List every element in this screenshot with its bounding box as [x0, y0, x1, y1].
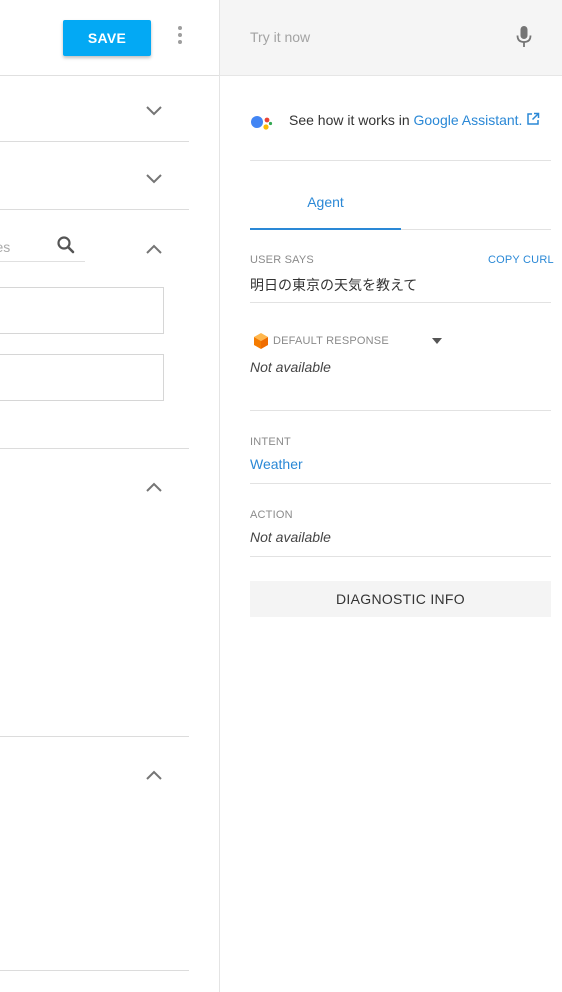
external-link-icon[interactable]: [526, 112, 540, 126]
collapsed-section-1: [0, 76, 189, 142]
chevron-down-icon[interactable]: [141, 166, 167, 192]
search-input[interactable]: [0, 236, 52, 258]
intent-editor-pane: SAVE: [0, 0, 220, 992]
try-it-bar: [220, 0, 562, 76]
cube-icon: [254, 333, 268, 349]
chevron-up-icon[interactable]: [141, 762, 167, 788]
result-tabs: Agent: [250, 176, 551, 230]
intent-link[interactable]: Weather: [250, 456, 303, 472]
mic-icon[interactable]: [515, 25, 533, 49]
save-button[interactable]: SAVE: [63, 20, 151, 56]
assistant-promo-text: See how it works in Google Assistant.: [289, 112, 540, 128]
tab-agent[interactable]: Agent: [250, 176, 401, 230]
phrase-field-2[interactable]: [0, 354, 164, 401]
divider: [250, 556, 551, 557]
search-icon[interactable]: [56, 235, 76, 255]
try-it-input[interactable]: [250, 26, 500, 48]
phrase-field-1[interactable]: [0, 287, 164, 334]
divider: [250, 410, 551, 411]
chevron-up-icon[interactable]: [141, 474, 167, 500]
caret-down-icon[interactable]: [432, 338, 442, 344]
default-response-label: DEFAULT RESPONSE: [273, 335, 389, 347]
divider: [250, 302, 551, 303]
google-assistant-link[interactable]: Google Assistant.: [414, 112, 523, 128]
assistant-promo: See how it works in Google Assistant.: [250, 104, 551, 161]
copy-curl-link[interactable]: COPY CURL: [488, 254, 554, 266]
google-assistant-icon: [251, 116, 273, 130]
collapsed-section-2: [0, 142, 189, 210]
user-says-label: USER SAYS: [250, 254, 314, 266]
expanded-section-2: [0, 737, 189, 971]
user-says-value: 明日の東京の天気を教えて: [250, 277, 418, 293]
chevron-down-icon[interactable]: [141, 98, 167, 124]
editor-toolbar: SAVE: [0, 0, 219, 76]
diagnostic-info-button[interactable]: DIAGNOSTIC INFO: [250, 581, 551, 617]
action-value: Not available: [250, 529, 331, 545]
phrase-search: [0, 232, 85, 262]
intent-label: INTENT: [250, 436, 291, 448]
more-vert-icon[interactable]: [172, 24, 188, 48]
action-label: ACTION: [250, 509, 293, 521]
chevron-up-icon[interactable]: [141, 236, 167, 262]
divider: [250, 483, 551, 484]
test-console: See how it works in Google Assistant. Ag…: [220, 0, 562, 992]
expanded-section-1: [0, 449, 189, 737]
default-response-value: Not available: [250, 359, 331, 375]
assistant-promo-prefix: See how it works in: [289, 112, 414, 128]
